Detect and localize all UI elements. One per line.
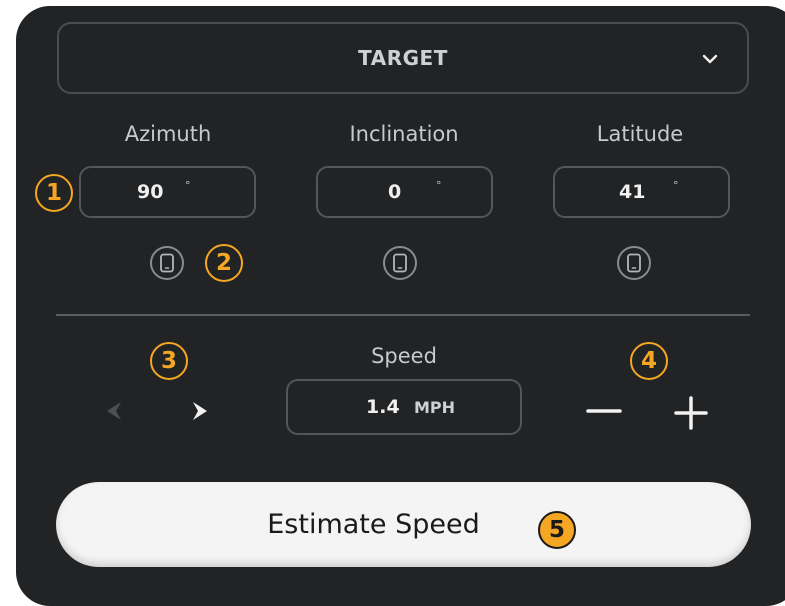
inclination-unit: °	[436, 179, 442, 192]
azimuth-phone-button[interactable]	[150, 246, 184, 280]
latitude-unit: °	[673, 179, 679, 192]
plus-icon[interactable]	[674, 396, 708, 430]
minus-icon[interactable]	[586, 398, 622, 424]
azimuth-label: Azimuth	[124, 122, 212, 146]
annotation-badge-2: 2	[205, 244, 243, 282]
speed-panel: TARGET Azimuth 90 ° Inclination 0 ° Lati…	[16, 6, 785, 606]
target-dropdown-label: TARGET	[358, 46, 448, 70]
inclination-label: Inclination	[349, 122, 459, 146]
speed-value: 1.4	[366, 396, 400, 418]
target-dropdown[interactable]: TARGET	[57, 22, 749, 94]
annotation-badge-1: 1	[35, 174, 73, 212]
latitude-phone-button[interactable]	[617, 246, 651, 280]
latitude-value: 41	[619, 181, 646, 203]
phone-icon	[160, 253, 174, 273]
chevron-left-icon[interactable]	[104, 400, 124, 422]
annotation-badge-3: 3	[150, 342, 188, 380]
azimuth-value: 90	[137, 181, 164, 203]
latitude-field[interactable]: 41 °	[553, 166, 730, 218]
estimate-speed-button[interactable]: Estimate Speed	[56, 482, 751, 567]
inclination-phone-button[interactable]	[383, 246, 417, 280]
inclination-field[interactable]: 0 °	[316, 166, 493, 218]
divider	[56, 314, 750, 316]
speed-label: Speed	[371, 344, 437, 368]
speed-unit: MPH	[414, 397, 456, 417]
annotation-badge-5: 5	[538, 511, 576, 549]
speed-field[interactable]: 1.4 MPH	[286, 379, 522, 435]
azimuth-unit: °	[185, 179, 191, 192]
chevron-down-icon	[702, 54, 718, 64]
chevron-right-icon[interactable]	[190, 400, 210, 422]
annotation-badge-4: 4	[630, 342, 668, 380]
phone-icon	[393, 253, 407, 273]
latitude-label: Latitude	[596, 122, 684, 146]
inclination-value: 0	[388, 181, 402, 203]
azimuth-field[interactable]: 90 °	[79, 166, 256, 218]
phone-icon	[627, 253, 641, 273]
estimate-speed-label: Estimate Speed	[267, 509, 480, 540]
